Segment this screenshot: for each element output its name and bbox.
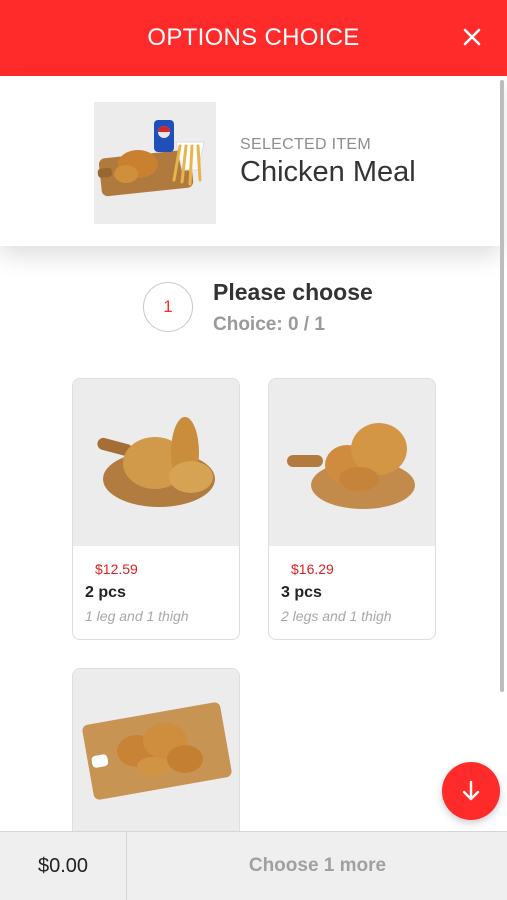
header-bar: OPTIONS CHOICE: [0, 0, 507, 76]
close-icon: [463, 28, 481, 46]
selected-item-caption: SELECTED ITEM: [240, 136, 372, 153]
page-title: OPTIONS CHOICE: [147, 24, 360, 51]
option-description: 2 legs and 1 thigh: [281, 608, 392, 624]
option-image: [269, 379, 435, 546]
option-name: 2 pcs: [85, 584, 126, 601]
option-image: [73, 669, 239, 836]
option-image: [73, 379, 239, 546]
arrow-down-icon: [462, 780, 480, 801]
scrollbar[interactable]: [500, 80, 504, 692]
option-description: 1 leg and 1 thigh: [85, 608, 189, 624]
selected-item-name: Chicken Meal: [240, 156, 416, 188]
option-card-third[interactable]: [72, 668, 240, 858]
step-title: Please choose: [213, 279, 373, 305]
footer-bar: $0.00 Choose 1 more: [0, 831, 507, 900]
scroll-down-button[interactable]: [442, 762, 500, 820]
option-price: $12.59: [95, 561, 138, 577]
order-total: $0.00: [0, 832, 127, 900]
choose-more-button[interactable]: Choose 1 more: [128, 832, 507, 900]
option-price: $16.29: [291, 561, 334, 577]
choice-counter: Choice: 0 / 1: [213, 314, 325, 335]
option-name: 3 pcs: [281, 584, 322, 601]
selected-item-image: [94, 102, 216, 224]
selected-item-card: SELECTED ITEM Chicken Meal: [0, 76, 500, 246]
option-card-3pcs[interactable]: $16.29 3 pcs 2 legs and 1 thigh: [268, 378, 436, 640]
close-button[interactable]: [459, 24, 485, 50]
option-card-2pcs[interactable]: $12.59 2 pcs 1 leg and 1 thigh: [72, 378, 240, 640]
step-number-badge: 1: [143, 282, 193, 332]
